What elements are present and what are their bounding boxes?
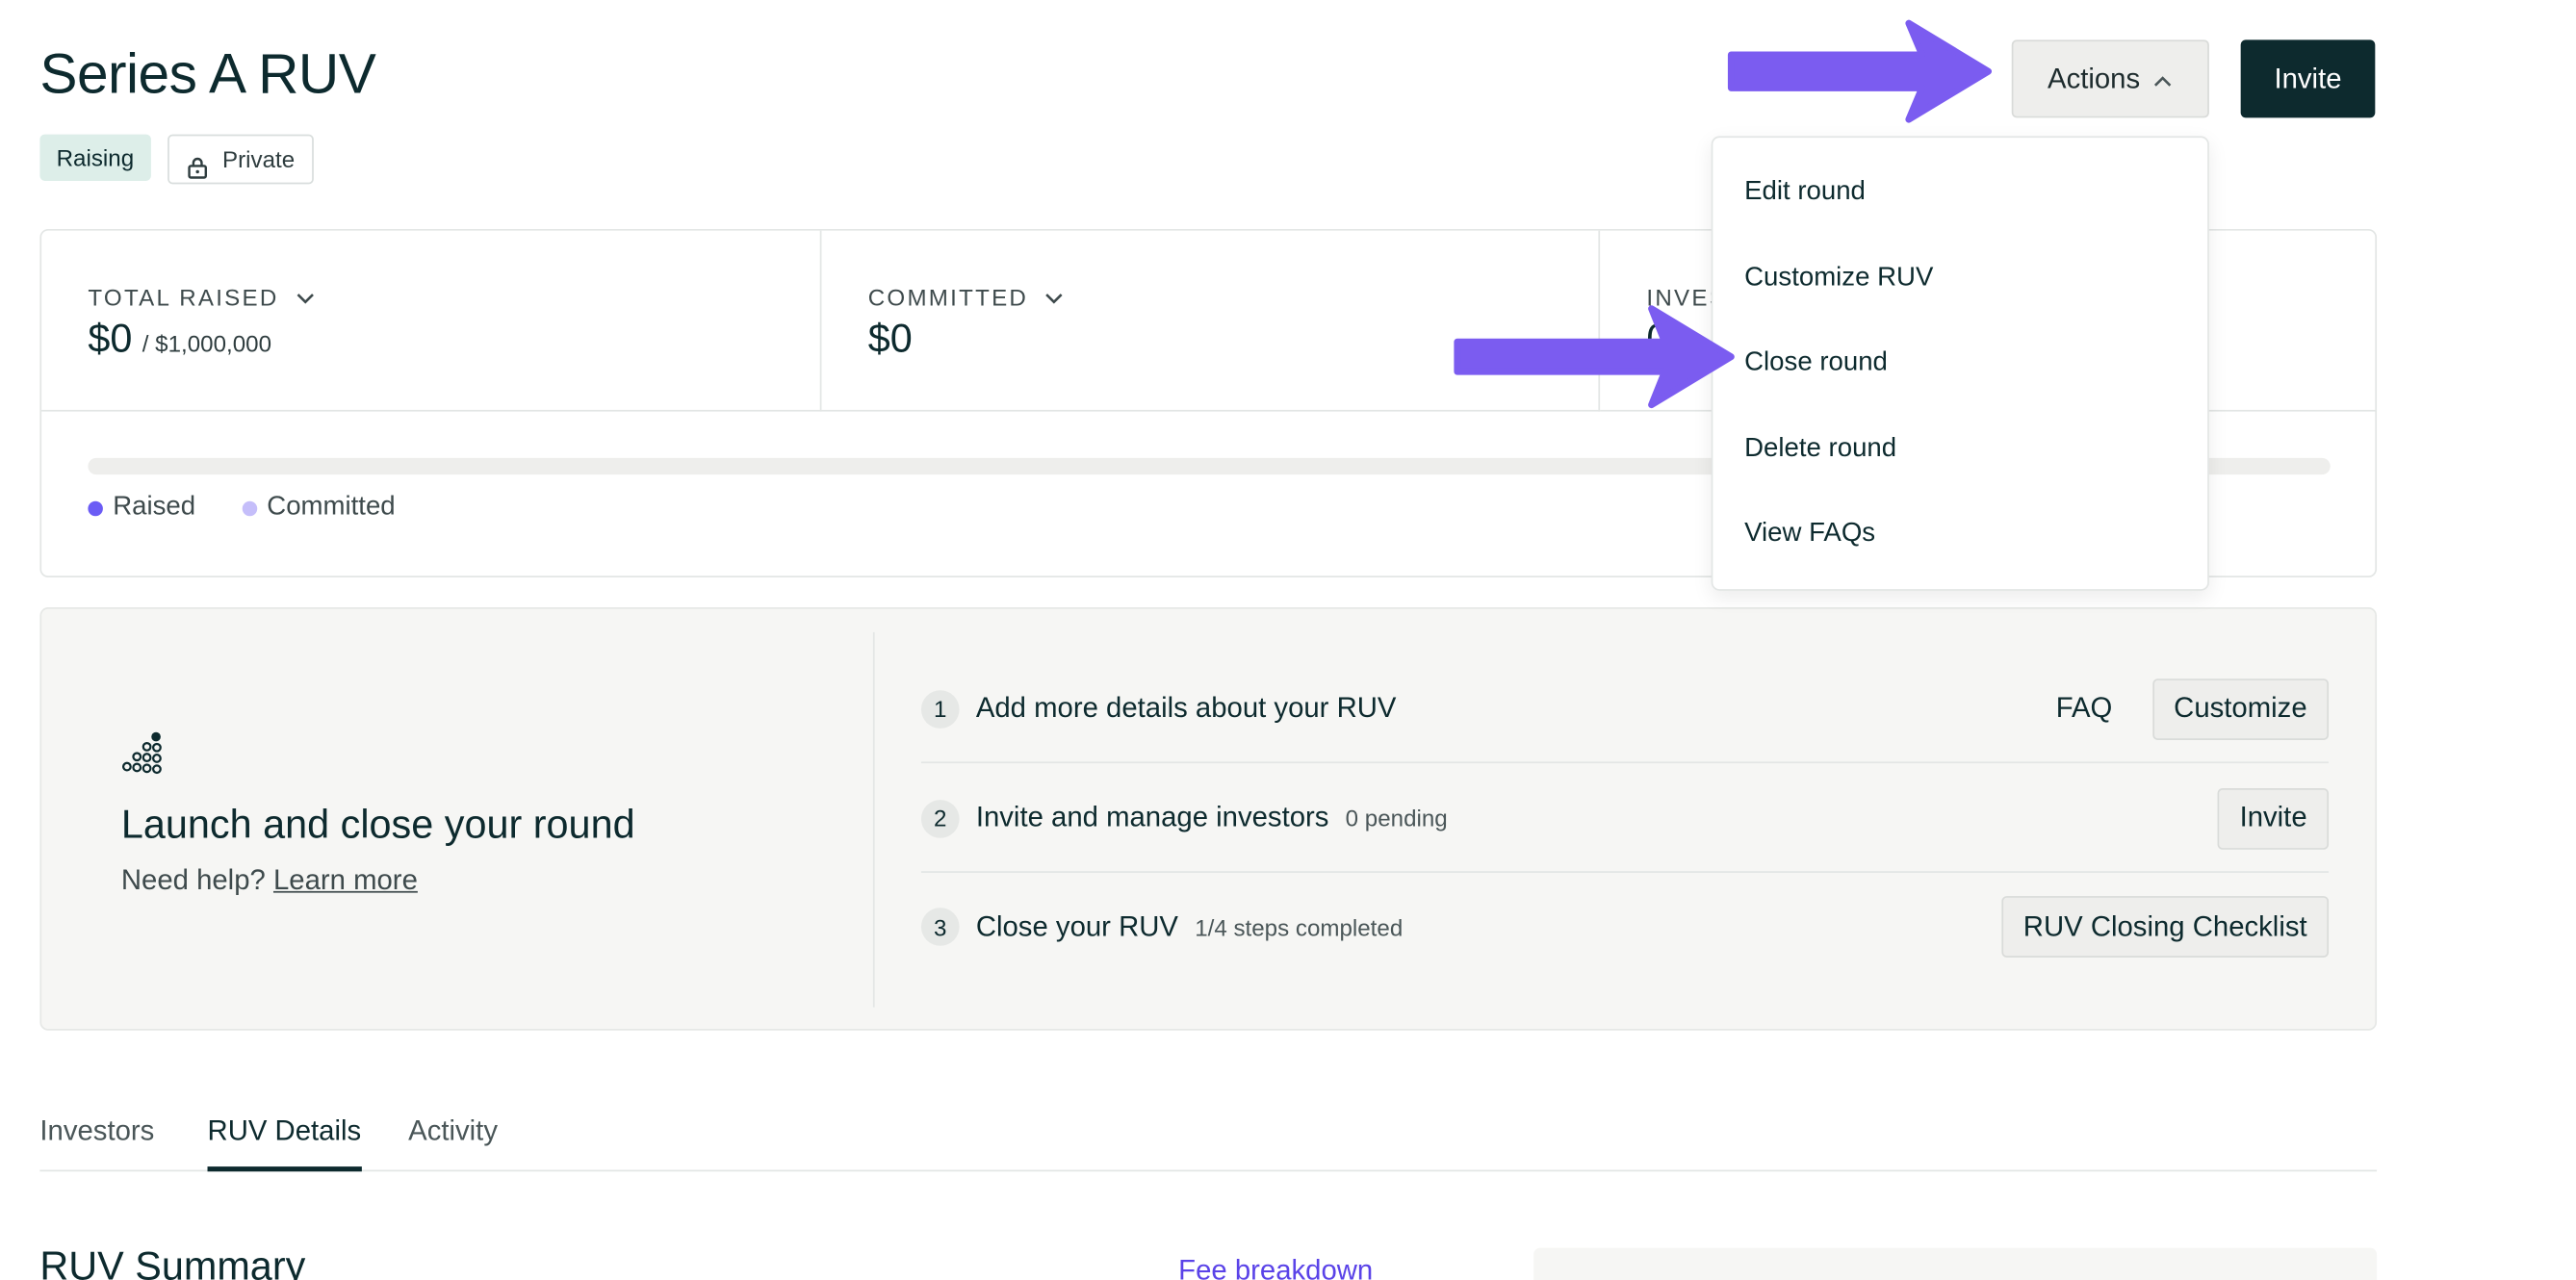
total-raised-dropdown[interactable]: TOTAL RAISED [88,283,316,311]
fee-breakdown-link[interactable]: Fee breakdown [1178,1254,1373,1280]
committed-dot-icon [242,499,257,516]
step-number: 3 [920,908,960,946]
launch-help: Need help? Learn more [121,864,418,897]
status-badge: Raising [39,134,151,181]
total-raised-value: $0 [88,317,133,362]
chevron-down-icon [296,284,316,311]
total-raised-value-row: $0 / $1,000,000 [88,317,271,363]
closing-checklist-button[interactable]: RUV Closing Checklist [2001,896,2330,958]
step-meta: 1/4 steps completed [1195,913,1404,940]
step-row: 2 Invite and manage investors 0 pending … [920,765,2330,873]
lock-icon [186,147,209,179]
tab-ruv-details[interactable]: RUV Details [207,1115,362,1172]
total-raised-label: TOTAL RAISED [88,283,279,311]
section-title: RUV Summary [39,1244,306,1280]
invite-investors-button[interactable]: Invite [2218,787,2330,849]
visibility-badge: Private [167,134,314,185]
step-actions: RUV Closing Checklist [2001,896,2330,958]
step-title: Add more details about your RUV [975,691,1397,724]
faq-link[interactable]: FAQ [2056,692,2113,725]
total-raised-stat: TOTAL RAISED $0 / $1,000,000 [41,230,822,412]
actions-button[interactable]: Actions [2011,39,2209,118]
actions-label: Actions [2048,62,2141,94]
total-raised-target: / $1,000,000 [142,330,272,357]
step-number: 1 [920,689,960,729]
chevron-down-icon [1044,284,1065,311]
customize-button[interactable]: Customize [2151,678,2330,740]
annotation-arrow-icon [1727,19,1993,123]
launch-title: Launch and close your round [120,803,635,849]
help-text: Need help? [120,864,266,897]
launch-divider [872,631,875,1008]
menu-item-delete-round[interactable]: Delete round [1744,435,1896,465]
launch-card: Launch and close your round Need help? L… [39,607,2378,1031]
launch-dots-icon [121,731,165,775]
menu-item-edit-round[interactable]: Edit round [1744,177,1866,207]
menu-item-close-round[interactable]: Close round [1744,348,1888,378]
menu-item-view-faqs[interactable]: View FAQs [1744,520,1875,550]
chevron-up-icon [2153,63,2174,95]
actions-menu: Edit round Customize RUV Close round Del… [1711,136,2209,591]
committed-value: $0 [867,317,913,362]
progress-legend: Raised Committed [88,493,396,523]
step-title: Close your RUV [975,909,1178,942]
page: Series A RUV Raising Private Actions Inv… [0,0,2576,1280]
learn-more-link[interactable]: Learn more [273,864,418,896]
visibility-label: Private [222,145,296,173]
committed-label: COMMITTED [867,283,1029,311]
menu-item-customize-ruv[interactable]: Customize RUV [1744,264,1933,294]
tab-investors[interactable]: Investors [39,1115,154,1172]
legend-committed: Committed [242,493,396,523]
summary-panel [1533,1247,2378,1280]
legend-raised-label: Raised [113,493,196,522]
annotation-arrow-icon [1454,305,1735,409]
step-actions: Invite [2218,787,2330,849]
invite-button[interactable]: Invite [2240,39,2376,118]
tab-activity[interactable]: Activity [408,1115,498,1172]
step-title: Invite and manage investors [975,801,1329,833]
legend-committed-label: Committed [267,493,396,522]
legend-raised: Raised [88,493,195,523]
step-actions: FAQ Customize [2056,678,2330,740]
step-number: 2 [920,799,960,837]
page-title: Series A RUV [39,42,376,107]
tab-bar: Investors RUV Details Activity [39,1109,2378,1172]
raised-dot-icon [88,499,103,516]
step-row: 1 Add more details about your RUV FAQ Cu… [920,655,2330,764]
step-meta: 0 pending [1345,805,1448,832]
committed-dropdown[interactable]: COMMITTED [867,283,1065,311]
step-row: 3 Close your RUV 1/4 steps completed RUV… [920,873,2330,981]
